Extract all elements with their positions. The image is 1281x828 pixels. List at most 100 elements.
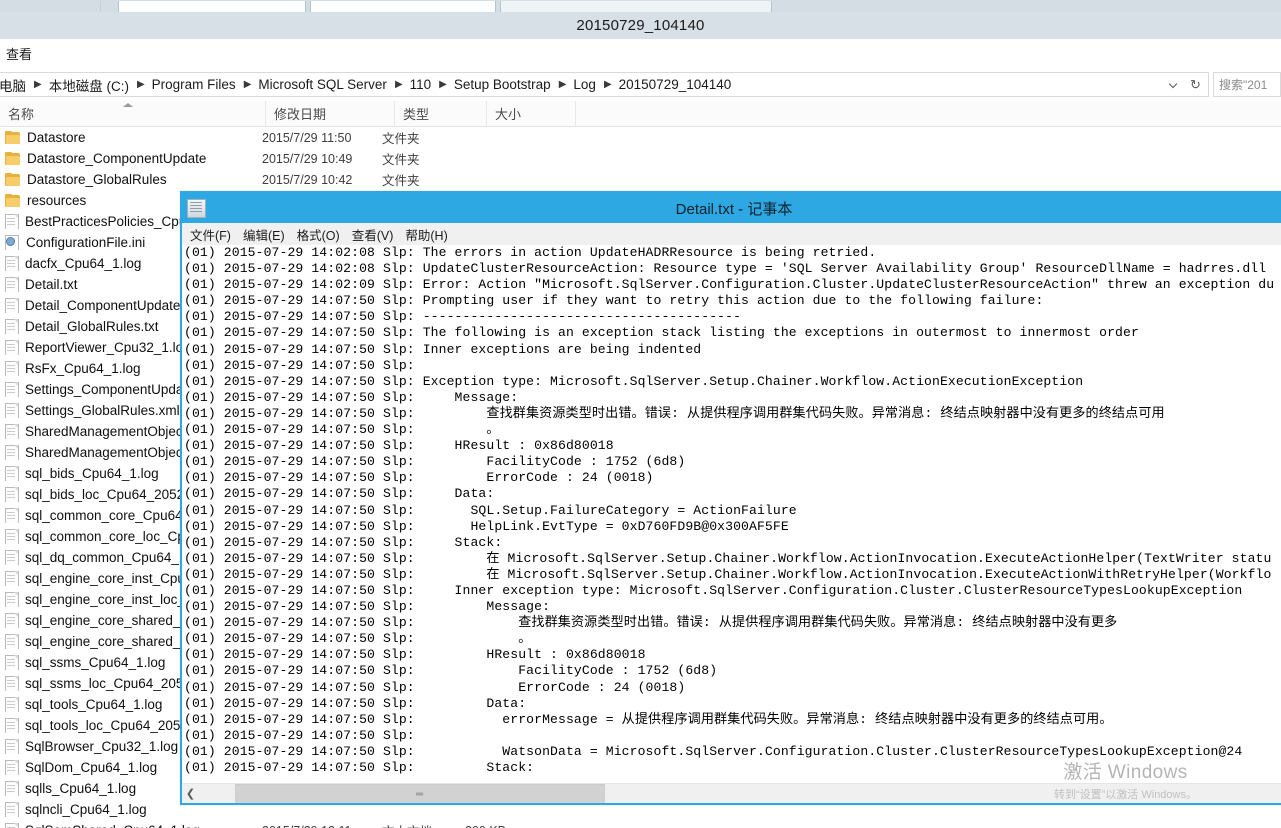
breadcrumb-item[interactable]: Microsoft SQL Server [256, 77, 389, 92]
file-name-cell: Datastore_GlobalRules [0, 172, 262, 187]
notepad-text-line: (01) 2015-07-29 14:07:50 Slp: Message: [184, 599, 1281, 615]
text-file-icon [5, 655, 18, 670]
notepad-text-line: (01) 2015-07-29 14:07:50 Slp: 。 [184, 422, 1281, 438]
notepad-text-line: (01) 2015-07-29 14:07:50 Slp: 。 [184, 631, 1281, 647]
file-name-cell: Datastore_ComponentUpdate [0, 151, 262, 166]
breadcrumb-item[interactable]: Program Files [150, 77, 238, 92]
file-list-row[interactable]: Datastore_GlobalRules 2015/7/29 10:42文件夹 [0, 169, 1281, 190]
breadcrumb-item[interactable]: 电脑 [0, 75, 28, 95]
menu-view[interactable]: 查看(V) [350, 223, 404, 246]
file-date-cell: 2015/7/29 10:49 [262, 152, 382, 166]
menu-edit[interactable]: 编辑(E) [241, 223, 295, 246]
notepad-text-line: (01) 2015-07-29 14:07:50 Slp: FacilityCo… [184, 663, 1281, 679]
text-file-icon [5, 781, 18, 796]
file-name-label: SqlSamShared_Cpu64_1.log [18, 823, 200, 828]
file-name-label: SqlBrowser_Cpu32_1.log [18, 739, 178, 754]
file-name-label: ReportViewer_Cpu32_1.log [18, 340, 191, 355]
notepad-text-line: (01) 2015-07-29 14:07:50 Slp: 查找群集资源类型时出… [184, 406, 1281, 422]
breadcrumb-item[interactable]: Setup Bootstrap [452, 77, 553, 92]
background-pane-divider [100, 1, 101, 12]
text-file-icon [5, 529, 18, 544]
notepad-text-area[interactable]: (01) 2015-07-29 14:02:08 Slp: The errors… [184, 245, 1281, 779]
text-file-icon [5, 676, 18, 691]
text-file-icon [5, 760, 18, 775]
folder-icon [5, 173, 20, 186]
text-file-icon [5, 592, 18, 607]
notepad-window-title: Detail.txt - 记事本 [182, 198, 1281, 219]
text-file-icon [5, 697, 18, 712]
column-header-date-label: 修改日期 [274, 104, 326, 123]
text-file-icon [5, 340, 18, 355]
screen: 20150729_104140 查看 电脑 ▶ 本地磁盘 (C:) ▶ Prog… [0, 0, 1281, 828]
explorer-address-row: 电脑 ▶ 本地磁盘 (C:) ▶ Program Files ▶ Microso… [0, 69, 1281, 101]
file-name-label: Datastore [20, 130, 86, 145]
search-input[interactable]: 搜索"201 [1213, 72, 1281, 97]
file-type-cell: 文件夹 [382, 170, 465, 189]
file-date-cell: 2015/7/29 10:42 [262, 173, 382, 187]
menu-file[interactable]: 文件(F) [188, 223, 241, 246]
text-file-icon [5, 277, 18, 292]
breadcrumb-separator-icon: ▶ [433, 80, 452, 90]
text-file-icon [5, 403, 18, 418]
column-header-date[interactable]: 修改日期 [266, 101, 395, 126]
file-name-cell: Datastore [0, 130, 262, 145]
text-file-icon [5, 382, 18, 397]
file-name-label: sql_bids_Cpu64_1.log [18, 466, 159, 481]
text-file-icon [5, 613, 18, 628]
chevron-down-icon[interactable] [1169, 80, 1179, 90]
scrollbar-thumb[interactable]: ═ [235, 784, 605, 803]
menu-help[interactable]: 帮助(H) [403, 223, 457, 246]
notepad-text-line: (01) 2015-07-29 14:02:08 Slp: The errors… [184, 245, 1281, 261]
refresh-icon[interactable]: ↻ [1189, 78, 1202, 91]
notepad-text-line: (01) 2015-07-29 14:07:50 Slp: 在 Microsof… [184, 567, 1281, 583]
text-file-icon [5, 361, 18, 376]
notepad-text-line: (01) 2015-07-29 14:07:50 Slp: Stack: [184, 760, 1281, 776]
breadcrumb-separator-icon: ▶ [553, 80, 572, 90]
explorer-titlebar[interactable]: 20150729_104140 [0, 12, 1281, 39]
notepad-text-line: (01) 2015-07-29 14:07:50 Slp: Data: [184, 696, 1281, 712]
file-list-row[interactable]: Datastore_ComponentUpdate 2015/7/29 10:49… [0, 148, 1281, 169]
text-file-icon [5, 508, 18, 523]
notepad-titlebar[interactable]: Detail.txt - 记事本 [182, 193, 1281, 223]
text-file-icon [5, 550, 18, 565]
text-file-icon [5, 214, 18, 229]
file-name-label: RsFx_Cpu64_1.log [18, 361, 141, 376]
notepad-text-line: (01) 2015-07-29 14:07:50 Slp: ----------… [184, 309, 1281, 325]
notepad-text-line: (01) 2015-07-29 14:07:50 Slp: HResult : … [184, 647, 1281, 663]
notepad-horizontal-scrollbar[interactable]: ❮ ═ [182, 783, 1281, 803]
file-list-row[interactable]: Datastore2015/7/29 11:50文件夹 [0, 127, 1281, 148]
ini-file-icon [5, 235, 19, 250]
column-header-size[interactable]: 大小 [487, 101, 576, 126]
column-header-name-label: 名称 [8, 104, 34, 123]
file-name-label: ConfigurationFile.ini [19, 235, 145, 250]
address-bar[interactable]: 电脑 ▶ 本地磁盘 (C:) ▶ Program Files ▶ Microso… [0, 72, 1209, 97]
file-type-cell: 文本文档 [382, 821, 465, 828]
grip-icon: ═ [416, 789, 424, 800]
file-name-label: Datastore_GlobalRules [20, 172, 167, 187]
scrollbar-track[interactable]: ═ [199, 784, 1281, 803]
notepad-text-line: (01) 2015-07-29 14:07:50 Slp: Data: [184, 486, 1281, 502]
breadcrumb-item[interactable]: 110 [408, 77, 434, 92]
notepad-text-line: (01) 2015-07-29 14:02:09 Slp: Error: Act… [184, 277, 1281, 293]
background-pane [500, 1, 772, 12]
breadcrumb-item[interactable]: Log [571, 77, 598, 92]
column-header-filler [576, 101, 1281, 126]
notepad-text-line: (01) 2015-07-29 14:07:50 Slp: Inner exce… [184, 342, 1281, 358]
background-pane [310, 1, 496, 12]
explorer-window-title: 20150729_104140 [576, 17, 704, 34]
column-header-type[interactable]: 类型 [395, 101, 487, 126]
text-file-icon [5, 718, 18, 733]
menu-format[interactable]: 格式(O) [295, 223, 350, 246]
breadcrumb-item[interactable]: 本地磁盘 (C:) [47, 75, 131, 95]
chevron-left-icon[interactable]: ❮ [182, 784, 199, 803]
text-file-icon [5, 802, 18, 817]
column-header-name[interactable]: 名称 [0, 101, 266, 126]
breadcrumb-separator-icon: ▶ [598, 80, 617, 90]
tab-view[interactable]: 查看 [4, 41, 40, 66]
notepad-text-line: (01) 2015-07-29 14:07:50 Slp: ErrorCode … [184, 680, 1281, 696]
column-header-type-label: 类型 [403, 104, 429, 123]
file-list-row[interactable]: SqlSamShared_Cpu64_1.log2015/7/29 12:11文… [0, 820, 1281, 828]
file-name-label: Datastore_ComponentUpdate [20, 151, 206, 166]
breadcrumb-item-current[interactable]: 20150729_104140 [617, 77, 734, 92]
notepad-menubar: 文件(F) 编辑(E) 格式(O) 查看(V) 帮助(H) [182, 223, 1281, 246]
